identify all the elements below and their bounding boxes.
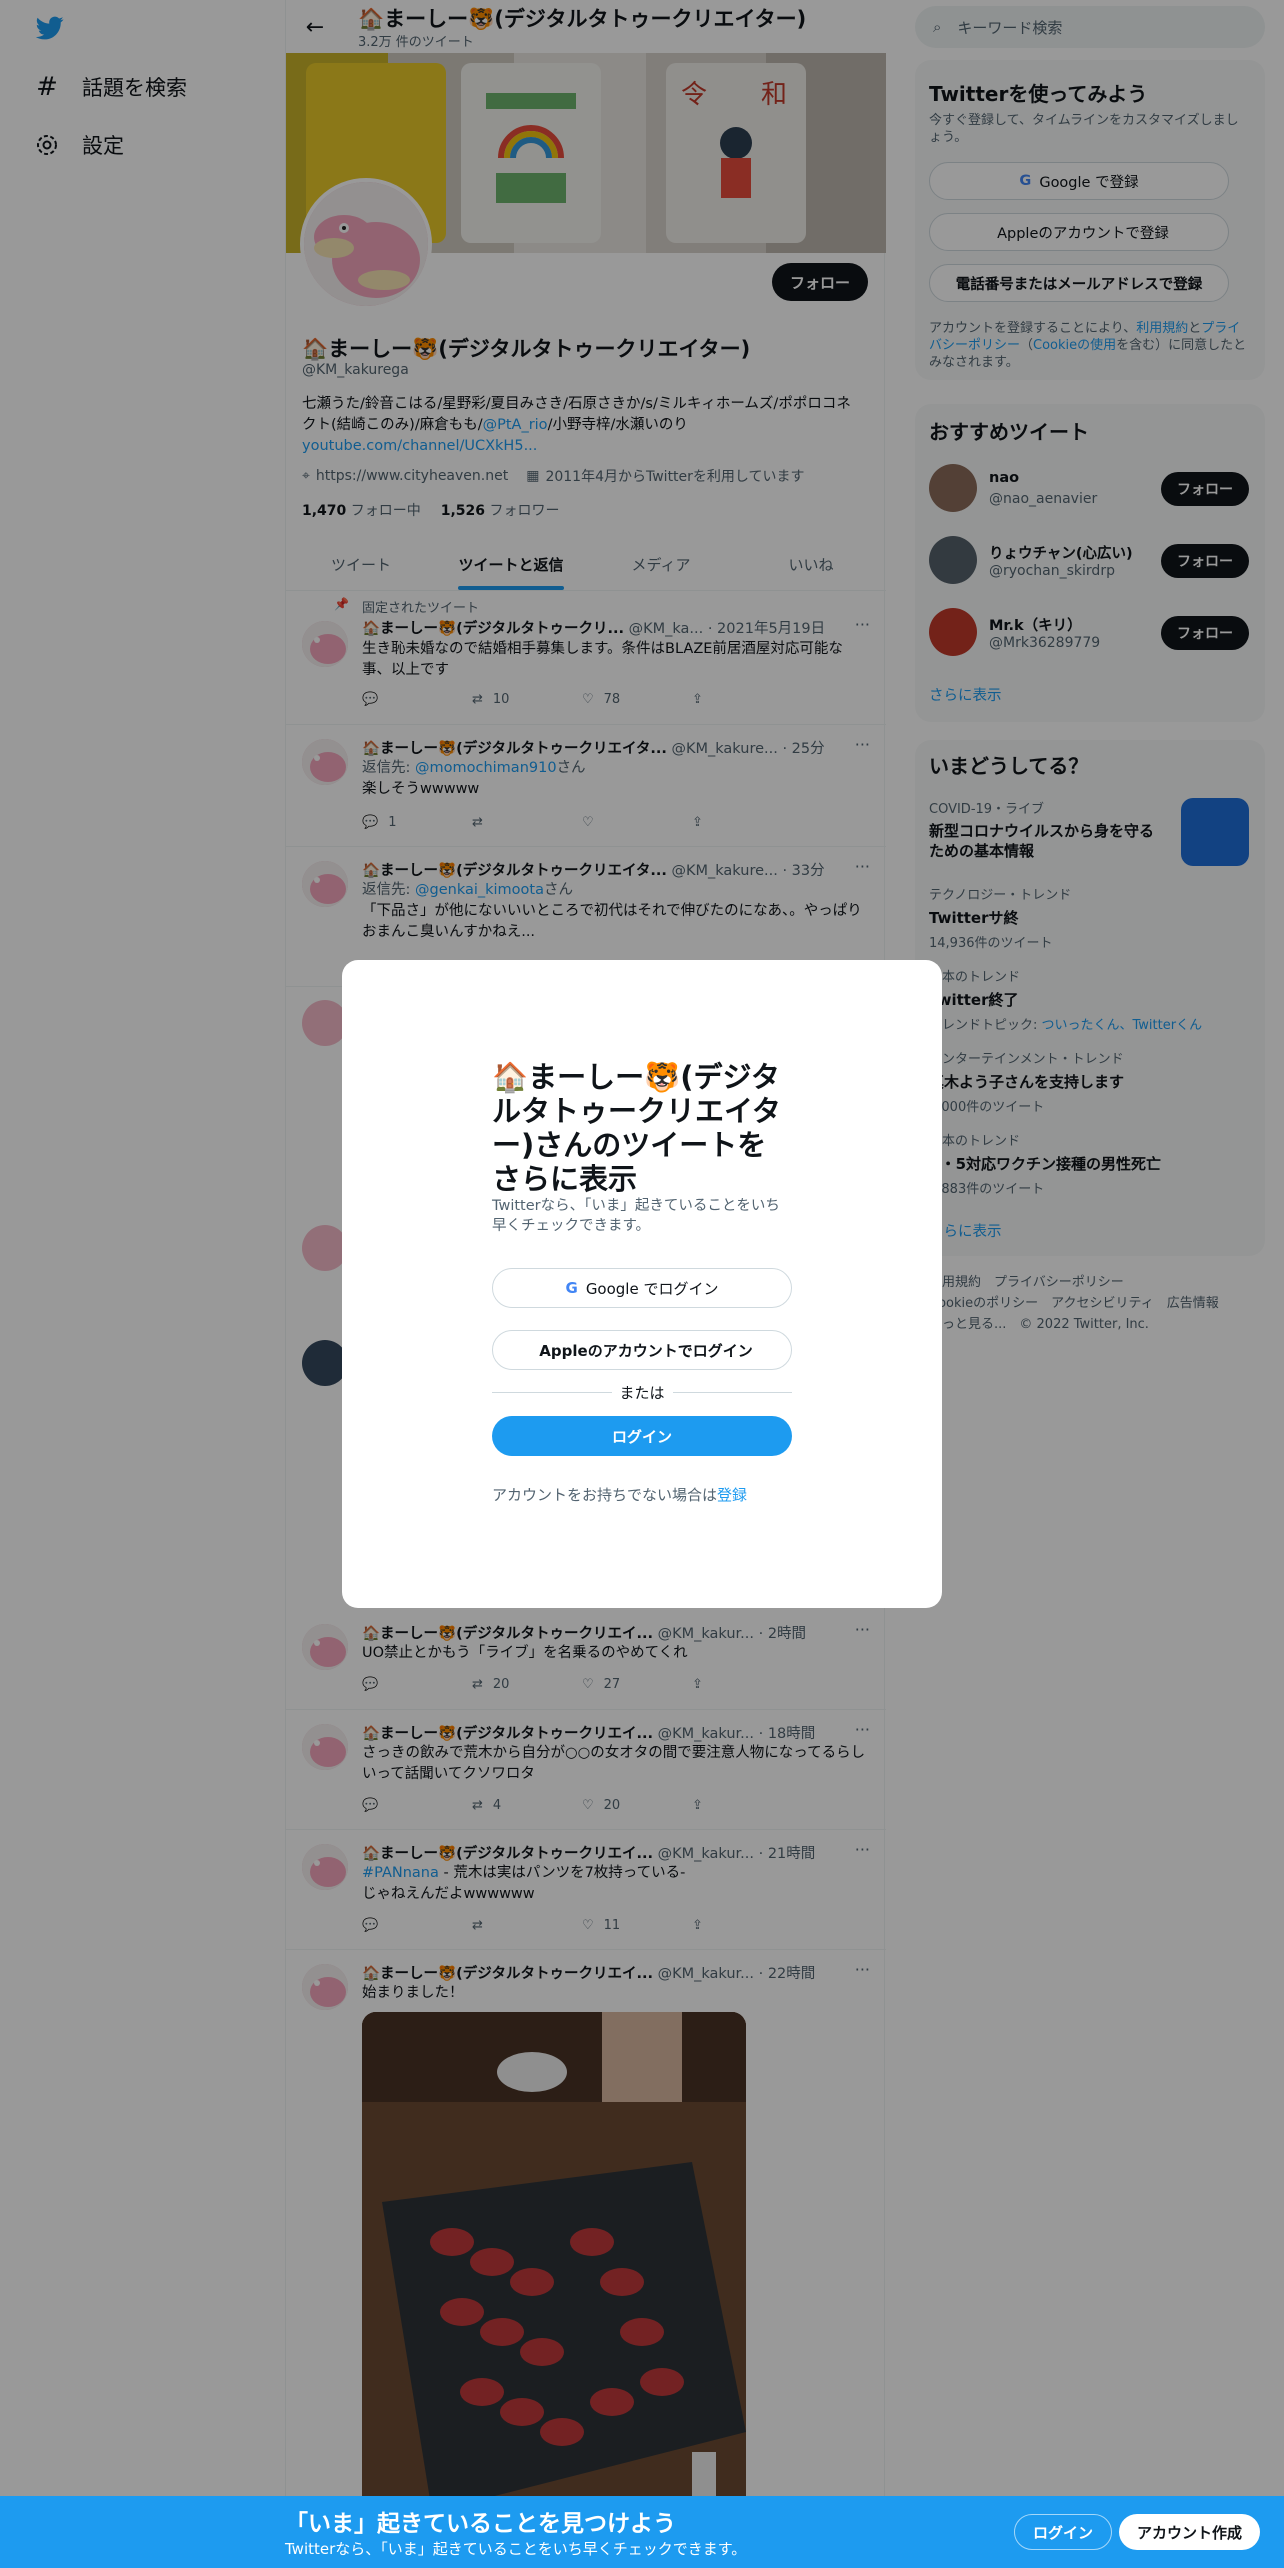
bottom-login-button[interactable]: ログイン bbox=[1014, 2514, 1113, 2550]
google-login-label: Google でログイン bbox=[585, 1279, 719, 1298]
bottom-signup-button[interactable]: アカウント作成 bbox=[1119, 2514, 1261, 2550]
google-login-button[interactable]: G Google でログイン bbox=[492, 1268, 792, 1308]
no-account-text: アカウントをお持ちでない場合は bbox=[492, 1486, 718, 1504]
signup-link[interactable]: 登録 bbox=[717, 1486, 747, 1504]
login-button[interactable]: ログイン bbox=[492, 1416, 792, 1456]
or-divider: または bbox=[492, 1382, 793, 1402]
google-icon: G bbox=[565, 1279, 578, 1297]
signup-prompt: アカウントをお持ちでない場合は登録 bbox=[492, 1484, 747, 1505]
bottom-bar-title: 「いま」起きていることを見つけよう bbox=[285, 2511, 676, 2537]
bottom-signup-bar: 「いま」起きていることを見つけよう Twitterなら、「いま」起きていることを… bbox=[0, 2496, 1284, 2568]
modal-subtitle: Twitterなら、「いま」起きていることをいち早くチェックできます。 bbox=[492, 1198, 780, 1234]
modal-title: 🏠まーしー🐯(デジタルタトゥークリエイター)さんのツイートをさらに表示 bbox=[492, 1060, 781, 1196]
bottom-bar-subtitle: Twitterなら、「いま」起きていることをいち早くチェックできます。 bbox=[285, 2540, 747, 2558]
login-modal: 🏠まーしー🐯(デジタルタトゥークリエイター)さんのツイートをさらに表示 Twit… bbox=[342, 960, 942, 1608]
apple-login-button[interactable]: Appleのアカウントでログイン bbox=[492, 1330, 792, 1370]
or-label: または bbox=[619, 1383, 665, 1402]
apple-login-label: Appleのアカウントでログイン bbox=[539, 1341, 753, 1360]
